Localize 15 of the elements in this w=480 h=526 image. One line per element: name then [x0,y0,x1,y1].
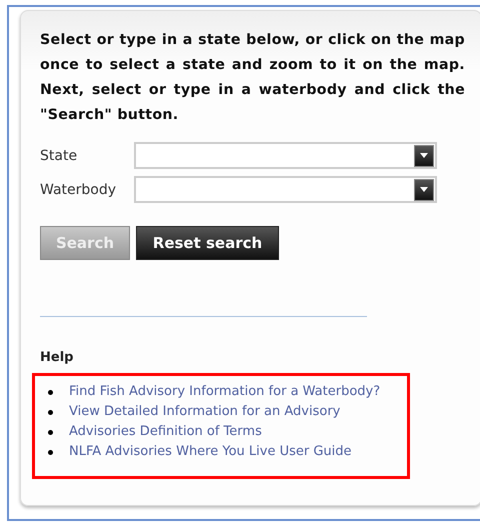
help-link[interactable]: NLFA Advisories Where You Live User Guide [69,443,352,461]
help-link[interactable]: Find Fish Advisory Information for a Waterbody? [69,383,380,401]
dropdown-field[interactable] [134,142,437,169]
bullet-icon [48,410,53,414]
bullet-icon [48,390,53,394]
section-heading: Help [40,350,74,365]
bullet-icon [48,450,53,454]
dropdown-field[interactable] [134,176,437,203]
help-link[interactable]: View Detailed Information for an Advisory [69,403,340,421]
bullet-icon [48,430,53,434]
field-label: State [40,148,78,164]
help-link[interactable]: Advisories Definition of Terms [69,423,262,441]
instructions-text: Select or type in a state below, or click on the map once to select a state and zoom to it on the map. Next, select or type in a waterbody and click the "Search" button. [40,31,465,125]
field-label: Waterbody [40,182,118,198]
reset-button[interactable]: Reset search [136,226,279,260]
